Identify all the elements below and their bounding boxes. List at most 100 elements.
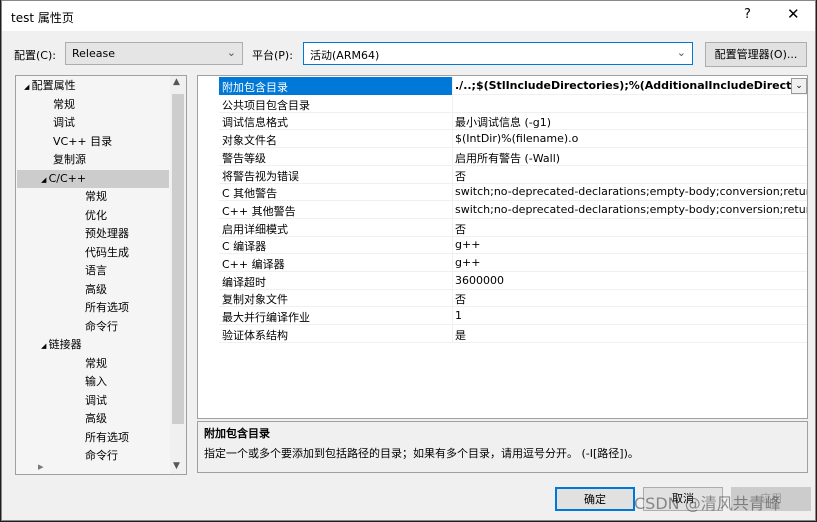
property-row[interactable]: 最大并行编译作业 1 (219, 307, 807, 326)
property-row[interactable]: 公共项目包含目录 (219, 94, 807, 113)
config-select[interactable]: Release ⌄ (65, 42, 243, 65)
platform-select[interactable]: 活动(ARM64) ⌄ (303, 42, 693, 65)
property-row[interactable]: C 编译器 g++ (219, 236, 807, 255)
property-name: 验证体系结构 (222, 328, 288, 342)
description-panel: 附加包含目录 指定一个或多个要添加到包括路径的目录；如果有多个目录，请用逗号分开… (197, 421, 808, 473)
property-value[interactable]: g++ (455, 238, 807, 251)
property-row[interactable]: 验证体系结构 是 (219, 324, 807, 343)
property-value[interactable]: 否 (455, 221, 807, 237)
property-name: 启用详细模式 (222, 222, 288, 236)
tree-item-label: 常规 (53, 97, 75, 111)
property-tree: ◢ 配置属性 常规 调试 VC++ 目录 复制源 ◢ C/C++ 常规 优化 预处理器 代码生成语… (15, 75, 187, 475)
property-row[interactable]: C++ 其他警告 switch;no-deprecated-declaration… (219, 200, 807, 219)
tree-item-label: C/C++ (48, 171, 87, 185)
property-value[interactable]: ./..;$(StlIncludeDirectories);%(Addition… (455, 79, 791, 92)
tree-item-label: 调试 (53, 116, 75, 129)
column-divider (452, 200, 453, 219)
tree-item[interactable]: 所有选项 (16, 299, 129, 317)
tree-item[interactable]: ◢ 链接器 (16, 336, 82, 354)
property-row[interactable]: C++ 编译器 g++ (219, 254, 807, 272)
property-row[interactable]: 警告等级 启用所有警告 (-Wall) (219, 147, 807, 166)
tree-item[interactable]: VC++ 目录 (16, 133, 112, 151)
tree-item[interactable]: 调试 (16, 392, 107, 410)
window-title: test 属性页 (11, 11, 74, 25)
property-name: 将警告视为错误 (222, 169, 299, 183)
tree-item-clipped[interactable]: ▸ (38, 458, 44, 474)
property-row[interactable]: 对象文件名 $(IntDir)%(filename).o (219, 130, 807, 149)
column-divider (452, 112, 453, 131)
tree-item-label: 调试 (85, 393, 107, 407)
property-row[interactable]: 附加包含目录 ./..;$(StlIncludeDirectories);%(Ad… (219, 77, 807, 95)
tree-item[interactable]: 常规 (16, 96, 75, 114)
column-divider (452, 236, 453, 255)
expand-arrow-icon[interactable]: ◢ (24, 83, 32, 91)
property-name: C 编译器 (222, 240, 267, 254)
property-row[interactable]: 将警告视为错误 否 (219, 165, 807, 184)
tree-item[interactable]: 高级 (16, 281, 107, 299)
dropdown-button[interactable]: ⌄ (791, 78, 807, 94)
config-value: Release (72, 47, 115, 60)
property-value[interactable]: g++ (455, 256, 807, 269)
expand-arrow-icon[interactable]: ◢ (41, 176, 49, 184)
tree-item[interactable]: 代码生成 (16, 244, 129, 262)
property-row[interactable]: 复制对象文件 否 (219, 289, 807, 308)
property-row[interactable]: 编译超时 3600000 (219, 271, 807, 290)
tree-item[interactable]: 高级 (16, 410, 107, 428)
property-value[interactable]: switch;no-deprecated-declarations;empty-… (455, 203, 807, 216)
property-value[interactable]: 最小调试信息 (-g1) (455, 114, 807, 130)
tree-item[interactable]: ◢ C/C++ (17, 169, 169, 188)
close-button[interactable]: ✕ (787, 5, 800, 23)
tree-item[interactable]: 优化 (16, 207, 107, 225)
expand-arrow-icon[interactable]: ◢ (41, 342, 49, 350)
column-divider (452, 254, 453, 272)
property-value[interactable]: $(IntDir)%(filename).o (455, 132, 807, 145)
property-name: C++ 编译器 (222, 258, 285, 271)
tree-item-label: 所有选项 (85, 430, 129, 444)
property-name: 警告等级 (222, 151, 266, 165)
config-manager-button[interactable]: 配置管理器(O)... (705, 42, 807, 67)
property-row[interactable]: 启用详细模式 否 (219, 218, 807, 237)
scroll-thumb[interactable] (172, 94, 184, 424)
property-name: 最大并行编译作业 (222, 311, 310, 325)
tree-item[interactable]: 命令行 (16, 318, 118, 336)
scroll-up-icon[interactable]: ▲ (173, 77, 180, 87)
column-divider (452, 324, 453, 343)
description-title: 附加包含目录 (204, 427, 270, 440)
tree-item[interactable]: 语言 (16, 262, 107, 280)
property-name: C 其他警告 (222, 187, 278, 201)
tree-item[interactable]: 所有选项 (16, 429, 129, 447)
tree-scrollbar[interactable]: ▲ ▼ (170, 76, 186, 474)
column-divider (452, 77, 453, 95)
tree-item-label: 常规 (85, 356, 107, 370)
property-name: 调试信息格式 (222, 116, 288, 130)
tree-item[interactable]: 输入 (16, 373, 107, 391)
description-text: 指定一个或多个要添加到包括路径的目录；如果有多个目录，请用逗号分开。 (-I[路… (204, 447, 639, 460)
tree-item-label: 命令行 (85, 319, 118, 333)
tree-item[interactable]: 预处理器 (16, 225, 129, 243)
property-row[interactable]: 调试信息格式 最小调试信息 (-g1) (219, 112, 807, 131)
tree-item[interactable]: ◢ 配置属性 (16, 77, 76, 95)
tree-item[interactable]: 调试 (16, 114, 75, 132)
column-divider (452, 218, 453, 237)
property-row[interactable]: C 其他警告 switch;no-deprecated-declarations;… (219, 183, 807, 202)
property-value[interactable]: 否 (455, 168, 807, 184)
property-value[interactable]: 是 (455, 327, 807, 343)
property-value[interactable]: 否 (455, 291, 807, 307)
property-value[interactable]: 启用所有警告 (-Wall) (455, 150, 807, 166)
tree-item[interactable]: 常规 (16, 188, 107, 206)
tree-item-label: 高级 (85, 412, 107, 425)
property-value[interactable]: 1 (455, 309, 807, 322)
tree-item[interactable]: 命令行 (16, 447, 118, 465)
property-value[interactable]: switch;no-deprecated-declarations;empty-… (455, 185, 807, 198)
property-name: 编译超时 (222, 275, 266, 289)
chevron-down-icon: ⌄ (226, 46, 236, 59)
ok-button[interactable]: 确定 (555, 487, 635, 511)
title-bar: test 属性页 ? ✕ (2, 1, 815, 31)
column-divider (452, 289, 453, 308)
tree-item[interactable]: 复制源 (16, 151, 86, 169)
help-button[interactable]: ? (744, 7, 751, 22)
scroll-down-icon[interactable]: ▼ (173, 461, 180, 471)
property-value[interactable]: 3600000 (455, 274, 807, 287)
tree-item[interactable]: 常规 (16, 355, 107, 373)
column-divider (452, 94, 453, 113)
